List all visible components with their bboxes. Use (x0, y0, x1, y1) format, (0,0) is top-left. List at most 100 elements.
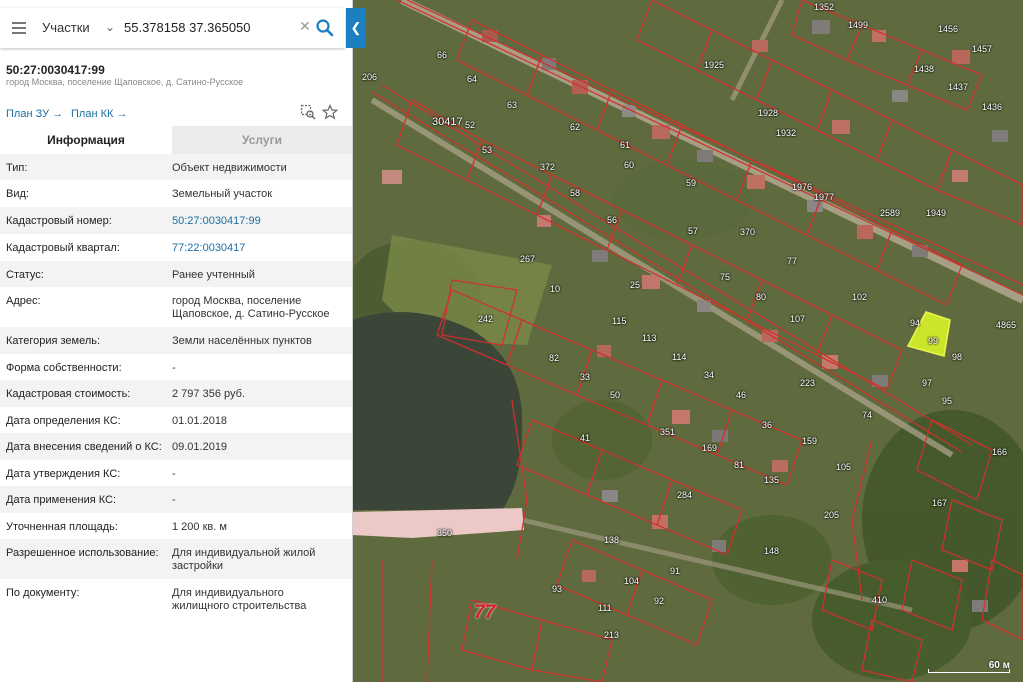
tab-services[interactable]: Услуги (172, 126, 352, 154)
parcel-address: город Москва, поселение Щаповское, д. Са… (6, 77, 244, 87)
tab-bar: Информация Услуги (0, 126, 352, 154)
parcel-label: 267 (520, 254, 536, 264)
parcel-label: 1438 (914, 64, 935, 74)
parcel-label: 206 (362, 72, 378, 82)
row-value: - (172, 494, 176, 506)
parcel-label: 115 (612, 316, 627, 326)
row-label: Тип: (6, 162, 28, 174)
table-row: Разрешенное использование: Для индивидуал… (0, 539, 352, 579)
search-icon[interactable] (315, 18, 335, 38)
hamburger-menu-icon[interactable] (12, 22, 26, 34)
parcel-label: 62 (570, 122, 581, 132)
row-label: Статус: (6, 269, 44, 281)
parcel-label: 63 (507, 100, 518, 110)
parcel-label: 95 (942, 396, 953, 406)
parcel-label: 97 (922, 378, 933, 388)
row-value: Земельный участок (172, 188, 273, 200)
table-row: Кадастровый номер: 50:27:0030417:99 (0, 207, 352, 234)
parcel-label: 370 (740, 227, 756, 237)
parcel-label: 159 (802, 436, 818, 446)
plan-zu-link[interactable]: План ЗУ → (6, 108, 63, 120)
row-label: Адрес: (6, 295, 41, 307)
parcel-label: 2589 (880, 208, 901, 218)
parcel-label: 205 (824, 510, 840, 520)
parcel-label: 46 (736, 390, 747, 400)
parcel-label: 1977 (814, 192, 835, 202)
star-icon[interactable] (322, 104, 338, 120)
parcel-label: 94 (910, 318, 921, 328)
table-row: По документу: Для индивидуального жилищно… (0, 579, 352, 619)
parcel-label: 64 (467, 74, 478, 84)
clear-icon[interactable]: ✕ (299, 18, 311, 35)
row-value: 2 797 356 руб. (172, 388, 245, 400)
parcel-label: 50 (610, 390, 621, 400)
parcel-label: 113 (642, 333, 657, 343)
row-label: Разрешенное использование: (6, 547, 159, 559)
layer-select[interactable]: Участки (42, 20, 90, 35)
row-value: 01.01.2018 (172, 415, 228, 427)
parcel-label: 91 (670, 566, 681, 576)
parcel-label: 52 (465, 120, 476, 130)
row-label: Форма собственности: (6, 362, 122, 374)
parcel-number: 50:27:0030417:99 (6, 63, 105, 77)
parcel-label: 166 (992, 447, 1008, 457)
parcel-label: 1456 (938, 24, 959, 34)
table-row: Статус: Ранее учтенный (0, 261, 352, 287)
parcel-label: 107 (790, 314, 806, 324)
table-row: Тип: Объект недвижимости (0, 154, 352, 180)
table-row: Дата определения КС: 01.01.2018 (0, 407, 352, 433)
chevron-down-icon[interactable]: ⌄ (105, 20, 115, 34)
quarter-number-label: 77 (474, 602, 496, 623)
parcel-label: 1436 (982, 102, 1003, 112)
parcel-label: 284 (677, 490, 693, 500)
parcel-label: 58 (570, 188, 581, 198)
parcel-label: 167 (932, 498, 948, 508)
parcel-label: 4865 (996, 320, 1017, 330)
zoom-to-parcel-icon[interactable] (300, 104, 316, 120)
row-value: Объект недвижимости (172, 162, 287, 174)
cadastral-number-link[interactable]: 50:27:0030417:99 (172, 215, 344, 228)
parcel-label: 81 (734, 460, 745, 470)
row-value: город Москва, поселение Щаповское, д. Са… (172, 295, 330, 320)
tab-information[interactable]: Информация (0, 126, 172, 154)
pink-strip-label: 350 (437, 528, 453, 538)
info-panel: Участки ⌄ ✕ 50:27:0030417:99 город Москв… (0, 0, 353, 682)
parcel-label: 60 (624, 160, 635, 170)
collapse-panel-button[interactable]: ❮ (346, 8, 366, 48)
parcel-label: 75 (720, 272, 731, 282)
table-row: Уточненная площадь: 1 200 кв. м (0, 513, 352, 539)
table-row: Кадастровый квартал: 77:22:0030417 (0, 234, 352, 261)
parcel-label: 135 (764, 475, 780, 485)
row-label: Дата применения КС: (6, 494, 117, 506)
row-label: Кадастровый номер: (6, 215, 112, 227)
plan-kk-link[interactable]: План КК → (71, 108, 127, 120)
search-bar: Участки ⌄ ✕ (0, 8, 345, 48)
row-value: Для индивидуального жилищного строительс… (172, 587, 307, 612)
parcel-label: 74 (862, 410, 873, 420)
map-view[interactable]: 206 66 64 63 62 61 60 59 58 57 56 53 52 … (352, 0, 1023, 682)
row-label: Уточненная площадь: (6, 521, 118, 533)
selected-parcel-label[interactable]: 99 (928, 336, 938, 346)
table-row: Дата применения КС: - (0, 486, 352, 513)
parcel-label: 66 (437, 50, 448, 60)
parcel-label: 98 (952, 352, 963, 362)
parcel-label: 82 (549, 353, 560, 363)
row-value: - (172, 362, 176, 374)
parcel-label: 1928 (758, 108, 779, 118)
search-input[interactable] (124, 16, 294, 38)
parcel-label: 213 (604, 630, 620, 640)
parcel-label: 1437 (948, 82, 969, 92)
table-row: Дата утверждения КС: - (0, 460, 352, 486)
parcel-label: 93 (552, 584, 563, 594)
row-label: Дата внесения сведений о КС: (6, 441, 162, 453)
parcel-label: 34 (704, 370, 715, 380)
table-row: Кадастровая стоимость: 2 797 356 руб. (0, 380, 352, 407)
parcel-label: 25 (630, 280, 641, 290)
parcel-label: 61 (620, 140, 631, 150)
parcel-label: 1932 (776, 128, 797, 138)
table-row: Форма собственности: - (0, 354, 352, 380)
parcel-label: 80 (756, 292, 767, 302)
row-value: Для индивидуальной жилой застройки (172, 547, 316, 572)
parcel-label: 148 (764, 546, 780, 556)
cadastral-quarter-link[interactable]: 77:22:0030417 (172, 242, 344, 255)
